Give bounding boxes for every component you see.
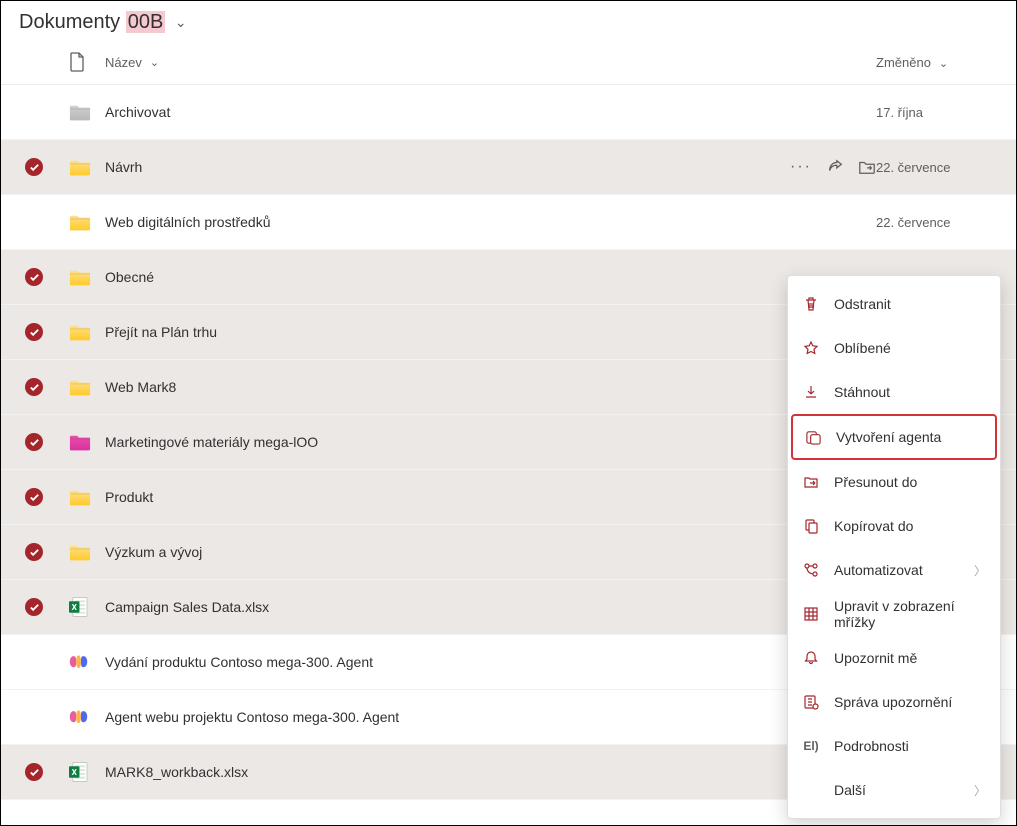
row-type-icon bbox=[69, 268, 105, 286]
folder-move-icon[interactable] bbox=[858, 158, 876, 176]
file-header-icon[interactable] bbox=[69, 52, 105, 72]
menu-item-label: Upozornit mě bbox=[834, 650, 917, 666]
menu-item-label: Přesunout do bbox=[834, 474, 917, 490]
chevron-right-icon: 〉 bbox=[974, 562, 986, 579]
copy-icon bbox=[802, 518, 820, 534]
selected-check-icon[interactable] bbox=[25, 433, 43, 451]
row-name[interactable]: Archivovat bbox=[105, 104, 756, 120]
menu-item-flow[interactable]: Automatizovat 〉 bbox=[788, 548, 1000, 592]
row-type-icon bbox=[69, 378, 105, 396]
row-name[interactable]: Web Mark8 bbox=[105, 379, 756, 395]
selected-check-icon[interactable] bbox=[25, 598, 43, 616]
menu-item-label: Správa upozornění bbox=[834, 694, 952, 710]
breadcrumb-text-suffix: 00B bbox=[126, 11, 166, 33]
selected-check-icon[interactable] bbox=[25, 378, 43, 396]
menu-item-details[interactable]: El) Podrobnosti bbox=[788, 724, 1000, 768]
row-name[interactable]: Marketingové materiály mega-lOO bbox=[105, 434, 756, 450]
chevron-down-icon[interactable]: ⌄ bbox=[175, 14, 187, 30]
menu-item-label: Další bbox=[834, 782, 866, 798]
alerts-icon bbox=[802, 694, 820, 710]
menu-item-label: Kopírovat do bbox=[834, 518, 913, 534]
row-name[interactable]: Agent webu projektu Contoso mega-300. Ag… bbox=[105, 709, 756, 725]
row-name[interactable]: Návrh bbox=[105, 159, 756, 175]
menu-item-star[interactable]: Oblíbené bbox=[788, 326, 1000, 370]
row-name[interactable]: Campaign Sales Data.xlsx bbox=[105, 599, 756, 615]
star-icon bbox=[802, 340, 820, 356]
menu-item-label: Podrobnosti bbox=[834, 738, 909, 754]
trash-icon bbox=[802, 296, 820, 312]
column-name[interactable]: Název⌄ bbox=[105, 55, 756, 70]
download-icon bbox=[802, 384, 820, 400]
menu-item-bell[interactable]: Upozornit mě bbox=[788, 636, 1000, 680]
column-modified[interactable]: Změněno⌄ bbox=[876, 55, 996, 70]
context-menu: Odstranit Oblíbené Stáhnout Vytvoření agent… bbox=[787, 275, 1001, 819]
row-name[interactable]: Produkt bbox=[105, 489, 756, 505]
row-modified: 22. července bbox=[876, 215, 996, 230]
menu-item-label: Automatizovat bbox=[834, 562, 923, 578]
row-modified: 22. července bbox=[876, 160, 996, 175]
row-type-icon bbox=[69, 708, 105, 727]
file-row[interactable]: Archivovat 17. října bbox=[1, 85, 1016, 140]
bell-icon bbox=[802, 650, 820, 666]
selected-check-icon[interactable] bbox=[25, 488, 43, 506]
row-modified: 17. října bbox=[876, 105, 996, 120]
menu-item-trash[interactable]: Odstranit bbox=[788, 282, 1000, 326]
menu-item-grid[interactable]: Upravit v zobrazení mřížky bbox=[788, 592, 1000, 636]
chevron-right-icon: 〉 bbox=[974, 782, 986, 799]
row-type-icon bbox=[69, 488, 105, 506]
move-icon bbox=[802, 474, 820, 490]
menu-item-copy[interactable]: Kopírovat do bbox=[788, 504, 1000, 548]
row-type-icon bbox=[69, 543, 105, 561]
chevron-down-icon: ⌄ bbox=[939, 58, 948, 70]
selected-check-icon[interactable] bbox=[25, 763, 43, 781]
row-name[interactable]: MARK8_workback.xlsx bbox=[105, 764, 756, 780]
grid-icon bbox=[802, 606, 820, 622]
row-type-icon bbox=[69, 158, 105, 176]
selected-check-icon[interactable] bbox=[25, 543, 43, 561]
row-type-icon bbox=[69, 653, 105, 672]
row-name[interactable]: Obecné bbox=[105, 269, 756, 285]
menu-item-label: Vytvoření agenta bbox=[836, 429, 941, 445]
column-header: Název⌄ Změněno⌄ bbox=[1, 40, 1016, 85]
menu-item-more[interactable]: Další 〉 bbox=[788, 768, 1000, 812]
menu-item-download[interactable]: Stáhnout bbox=[788, 370, 1000, 414]
share-icon[interactable] bbox=[826, 158, 844, 176]
row-name[interactable]: Přejít na Plán trhu bbox=[105, 324, 756, 340]
selected-check-icon[interactable] bbox=[25, 268, 43, 286]
file-row[interactable]: Web digitálních prostředků 22. července bbox=[1, 195, 1016, 250]
row-type-icon bbox=[69, 103, 105, 121]
row-name[interactable]: Výzkum a vývoj bbox=[105, 544, 756, 560]
menu-item-alerts[interactable]: Správa upozornění bbox=[788, 680, 1000, 724]
menu-item-label: Stáhnout bbox=[834, 384, 890, 400]
row-name[interactable]: Web digitálních prostředků bbox=[105, 214, 756, 230]
row-type-icon bbox=[69, 323, 105, 341]
breadcrumb-text-prefix: Dokumenty bbox=[19, 11, 126, 33]
menu-item-move[interactable]: Přesunout do bbox=[788, 460, 1000, 504]
menu-item-label: Odstranit bbox=[834, 296, 891, 312]
row-name[interactable]: Vydání produktu Contoso mega-300. Agent bbox=[105, 654, 756, 670]
selected-check-icon[interactable] bbox=[25, 158, 43, 176]
breadcrumb[interactable]: Dokumenty 00B ⌄ bbox=[1, 1, 1016, 40]
menu-item-agent[interactable]: Vytvoření agenta bbox=[791, 414, 997, 460]
row-type-icon bbox=[69, 213, 105, 231]
row-type-icon bbox=[69, 596, 105, 618]
menu-item-label: Oblíbené bbox=[834, 340, 891, 356]
file-row[interactable]: Návrh ··· 22. července bbox=[1, 140, 1016, 195]
agent-icon bbox=[804, 429, 822, 446]
row-type-icon bbox=[69, 761, 105, 783]
selected-check-icon[interactable] bbox=[25, 323, 43, 341]
menu-item-label: Upravit v zobrazení mřížky bbox=[834, 598, 986, 630]
details-icon: El) bbox=[802, 739, 820, 753]
row-type-icon bbox=[69, 433, 105, 451]
flow-icon bbox=[802, 562, 820, 578]
more-actions-icon[interactable]: ··· bbox=[790, 158, 812, 176]
chevron-down-icon: ⌄ bbox=[150, 56, 159, 69]
